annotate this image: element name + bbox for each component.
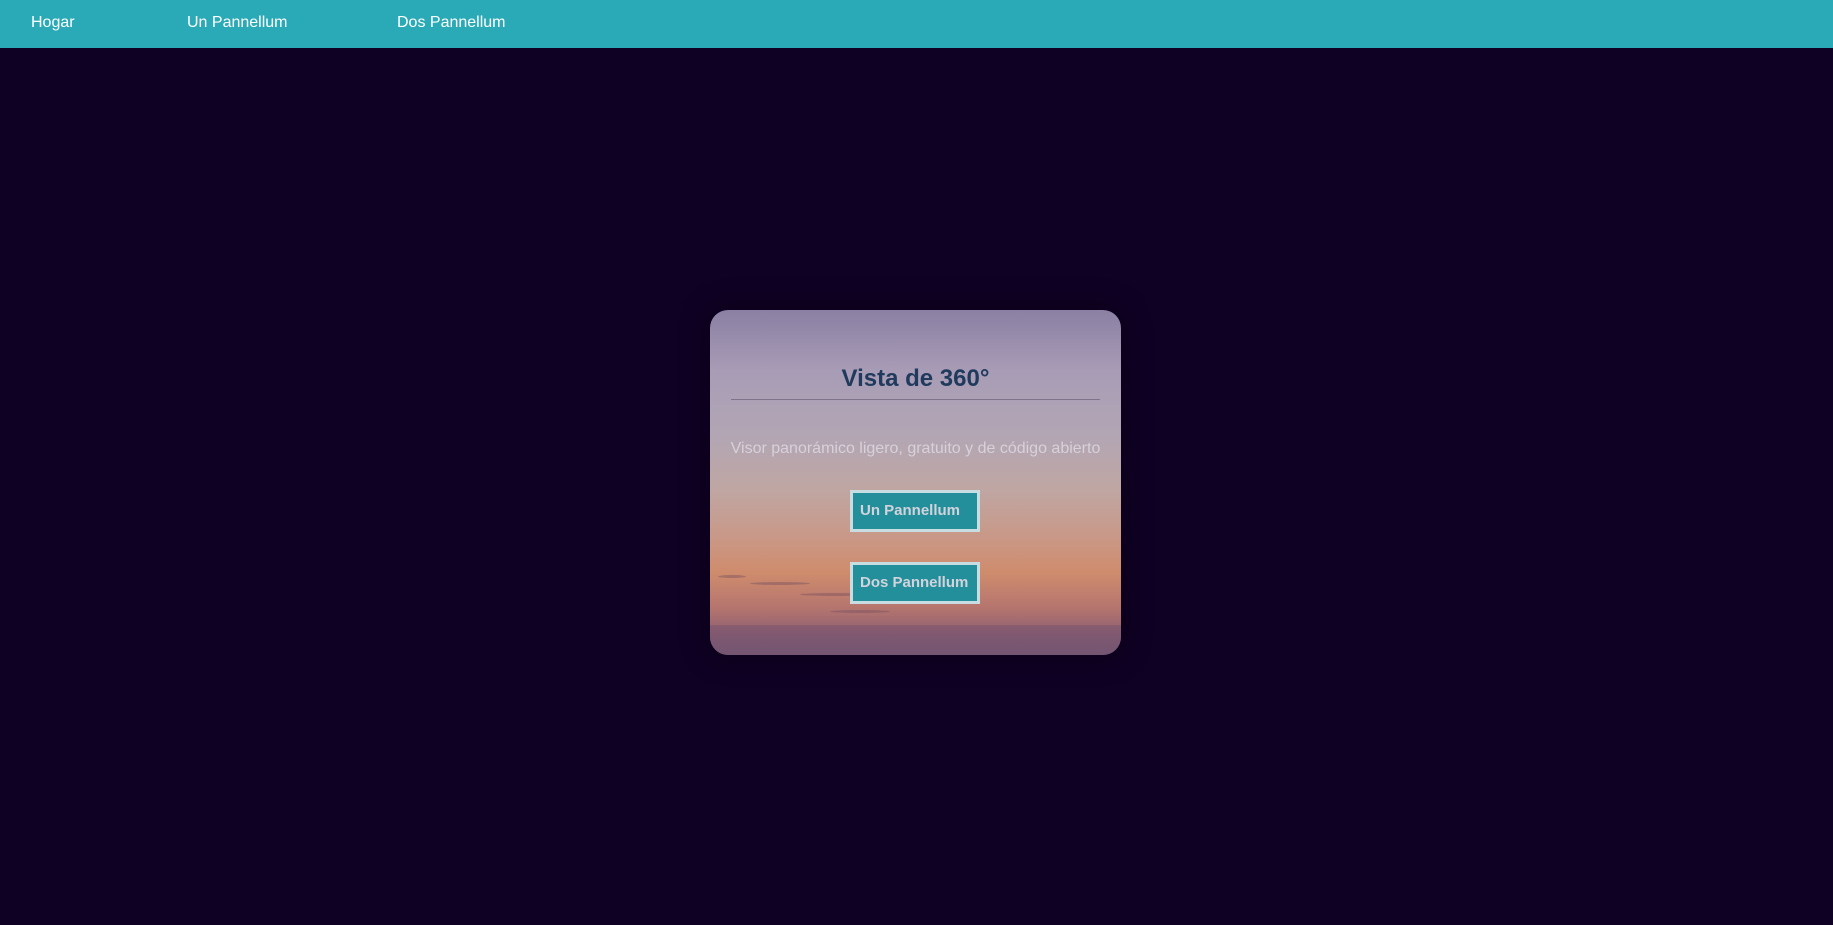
dos-pannellum-button[interactable]: Dos Pannellum — [850, 562, 980, 604]
un-pannellum-button[interactable]: Un Pannellum — [850, 490, 980, 532]
nav-link-un-pannellum[interactable]: Un Pannellum — [187, 13, 288, 33]
card-subtitle: Visor panorámico ligero, gratuito y de c… — [730, 440, 1101, 457]
sunset-horizon — [710, 625, 1121, 655]
nav-link-hogar[interactable]: Hogar — [31, 13, 75, 33]
sunset-cloud — [718, 575, 746, 578]
sunset-cloud — [830, 610, 890, 613]
card-title: Vista de 360° — [841, 365, 990, 392]
sunset-cloud — [750, 582, 810, 585]
nav-link-dos-pannellum[interactable]: Dos Pannellum — [397, 13, 506, 33]
hero-card: Vista de 360° Visor panorámico ligero, g… — [710, 310, 1121, 655]
top-nav-bar: Hogar Un Pannellum Dos Pannellum — [0, 0, 1833, 48]
title-divider — [731, 399, 1100, 400]
